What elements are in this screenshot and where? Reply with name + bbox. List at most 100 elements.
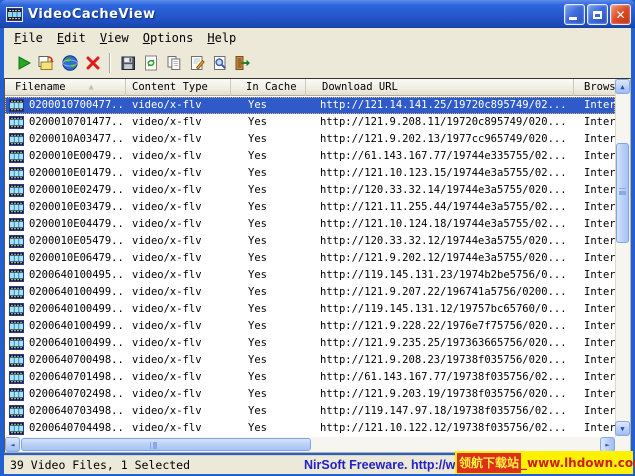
browser-cell: Intern — [574, 216, 615, 233]
filename-text: 0200640100499... — [29, 337, 126, 349]
download-url-cell: http://121.9.235.25/197363665756/020... — [306, 335, 574, 352]
filename-cell: 0200640701498... — [5, 369, 126, 386]
watermark-site-name: 领航下载站 — [457, 453, 521, 473]
nirsoft-freeware-link[interactable]: NirSoft Freeware. http://w — [304, 458, 455, 472]
filename-text: 0200640702498... — [29, 388, 126, 400]
in-cache-cell: Yes — [231, 352, 306, 369]
table-row[interactable]: 0200010701477... video/x-flv Yes http://… — [5, 114, 615, 131]
column-header-content-type[interactable]: Content Type — [126, 79, 231, 96]
table-row[interactable]: 0200640100499... video/x-flv Yes http://… — [5, 335, 615, 352]
menu-item[interactable]: Edit — [51, 29, 94, 47]
browser-cell: Intern — [574, 420, 615, 437]
scroll-left-button[interactable]: ◄ — [5, 437, 20, 452]
close-button[interactable]: ✕ — [610, 4, 631, 25]
column-header-browser[interactable]: Browse — [574, 79, 615, 96]
scroll-down-button[interactable]: ▼ — [615, 421, 630, 436]
table-row[interactable]: 0200010E01479... video/x-flv Yes http://… — [5, 165, 615, 182]
table-row[interactable]: 0200640704498... video/x-flv Yes http://… — [5, 420, 615, 437]
properties-button[interactable] — [185, 51, 208, 75]
scroll-up-button[interactable]: ▲ — [615, 79, 630, 94]
table-row[interactable]: 0200010E02479... video/x-flv Yes http://… — [5, 182, 615, 199]
in-cache-cell: Yes — [231, 369, 306, 386]
copy-files-button[interactable] — [35, 51, 58, 75]
video-file-icon — [9, 269, 24, 284]
table-row[interactable]: 0200010E04479... video/x-flv Yes http://… — [5, 216, 615, 233]
content-type-cell: video/x-flv — [126, 386, 231, 403]
table-row[interactable]: 0200010A03477... video/x-flv Yes http://… — [5, 131, 615, 148]
scroll-right-button[interactable]: ► — [600, 437, 615, 452]
table-row[interactable]: 0200010E05479... video/x-flv Yes http://… — [5, 233, 615, 250]
table-row[interactable]: 0200010E03479... video/x-flv Yes http://… — [5, 199, 615, 216]
refresh-button[interactable] — [139, 51, 162, 75]
filename-text: 0200010E01479... — [29, 167, 126, 179]
table-row[interactable]: 0200640703498... video/x-flv Yes http://… — [5, 403, 615, 420]
table-row[interactable]: 0200640702498... video/x-flv Yes http://… — [5, 386, 615, 403]
browser-cell: Intern — [574, 267, 615, 284]
app-icon — [6, 7, 23, 22]
exit-button[interactable] — [231, 51, 254, 75]
save-button[interactable] — [116, 51, 139, 75]
in-cache-cell: Yes — [231, 335, 306, 352]
content-type-cell: video/x-flv — [126, 284, 231, 301]
column-label: Filename — [15, 81, 66, 93]
menu-item[interactable]: Help — [201, 29, 244, 47]
refresh-icon — [142, 54, 160, 72]
table-row[interactable]: 0200010E06479... video/x-flv Yes http://… — [5, 250, 615, 267]
column-header-filename[interactable]: Filename ▲ — [5, 79, 126, 96]
filename-cell: 0200010E06479... — [5, 250, 126, 267]
browser-cell: Intern — [574, 386, 615, 403]
download-url-cell: http://119.145.131.23/1974b2be5756/0... — [306, 267, 574, 284]
open-in-browser-button[interactable] — [58, 51, 81, 75]
table-row[interactable]: 0200640701498... video/x-flv Yes http://… — [5, 369, 615, 386]
table-row[interactable]: 0200010700477... video/x-flv Yes http://… — [5, 97, 615, 114]
table-row[interactable]: 0200010E00479... video/x-flv Yes http://… — [5, 148, 615, 165]
browser-cell: Intern — [574, 301, 615, 318]
horizontal-scrollbar[interactable]: ◄ ► — [5, 437, 615, 452]
table-row[interactable]: 0200640100499... video/x-flv Yes http://… — [5, 318, 615, 335]
download-url-cell: http://121.9.207.22/196741a5756/0200... — [306, 284, 574, 301]
video-file-icon — [9, 422, 24, 437]
in-cache-cell: Yes — [231, 97, 306, 114]
menu-item[interactable]: File — [8, 29, 51, 47]
horizontal-scroll-thumb[interactable] — [21, 438, 311, 451]
in-cache-cell: Yes — [231, 165, 306, 182]
thumb-grip — [150, 442, 154, 449]
table-row[interactable]: 0200640100499... video/x-flv Yes http://… — [5, 301, 615, 318]
filename-cell: 0200640100499... — [5, 301, 126, 318]
table-row[interactable]: 0200640100495... video/x-flv Yes http://… — [5, 267, 615, 284]
menu-item[interactable]: Options — [137, 29, 202, 47]
content-type-cell: video/x-flv — [126, 403, 231, 420]
in-cache-cell: Yes — [231, 250, 306, 267]
filename-cell: 0200640702498... — [5, 386, 126, 403]
delete-button[interactable] — [81, 51, 104, 75]
menubar: FileEditViewOptionsHelp — [4, 28, 631, 48]
browser-cell: Intern — [574, 352, 615, 369]
table-row[interactable]: 0200640100499... video/x-flv Yes http://… — [5, 284, 615, 301]
content-type-cell: video/x-flv — [126, 131, 231, 148]
in-cache-cell: Yes — [231, 403, 306, 420]
download-url-cell: http://120.33.32.12/19744e3a5755/020... — [306, 233, 574, 250]
content-type-cell: video/x-flv — [126, 148, 231, 165]
in-cache-cell: Yes — [231, 301, 306, 318]
column-header-download-url[interactable]: Download URL — [306, 79, 574, 96]
find-button[interactable] — [208, 51, 231, 75]
menu-item[interactable]: View — [94, 29, 137, 47]
copy-button[interactable] — [162, 51, 185, 75]
in-cache-cell: Yes — [231, 114, 306, 131]
vertical-scroll-thumb[interactable] — [616, 143, 629, 243]
toolbar — [4, 48, 631, 78]
browser-cell: Intern — [574, 182, 615, 199]
video-file-icon — [9, 133, 24, 148]
minimize-button[interactable] — [564, 4, 585, 25]
play-button[interactable] — [12, 51, 35, 75]
scroll-right-icon: ► — [605, 441, 609, 449]
filename-cell: 0200010E00479... — [5, 148, 126, 165]
column-header-in-cache[interactable]: In Cache — [231, 79, 306, 96]
maximize-button[interactable] — [587, 4, 608, 25]
browser-cell: Intern — [574, 369, 615, 386]
video-file-icon — [9, 252, 24, 267]
in-cache-cell: Yes — [231, 131, 306, 148]
vertical-scrollbar[interactable]: ▲ ▼ — [615, 79, 630, 437]
table-row[interactable]: 0200640700498... video/x-flv Yes http://… — [5, 352, 615, 369]
titlebar[interactable]: VideoCacheView ✕ — [0, 0, 635, 28]
